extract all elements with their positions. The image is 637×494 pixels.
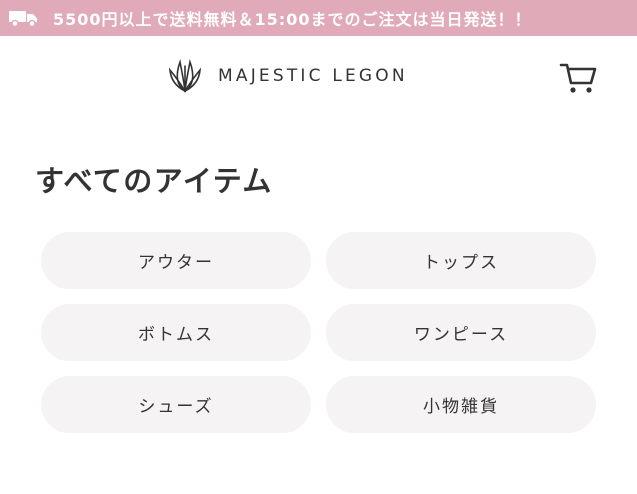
category-grid: アウター トップス ボトムス ワンピース シューズ 小物雑貨 (41, 232, 596, 433)
brand-leaf-logo-icon (167, 58, 203, 94)
page: 5500円以上で送料無料＆15:00までのご注文は当日発送！！ MAJESTIC… (0, 0, 637, 494)
page-title: すべてのアイテム (35, 164, 273, 198)
category-button-bottoms[interactable]: ボトムス (41, 304, 311, 361)
category-button-tops[interactable]: トップス (326, 232, 596, 289)
site-header: MAJESTIC LEGON (0, 36, 637, 120)
category-button-accessories[interactable]: 小物雑貨 (326, 376, 596, 433)
category-button-shoes[interactable]: シューズ (41, 376, 311, 433)
banner-text: 5500円以上で送料無料＆15:00までのご注文は当日発送！！ (53, 10, 532, 29)
cart-button[interactable] (558, 61, 598, 95)
cart-icon (558, 61, 598, 95)
category-button-dresses[interactable]: ワンピース (326, 304, 596, 361)
brand-logo[interactable]: MAJESTIC LEGON (167, 58, 408, 94)
truck-icon (9, 9, 39, 27)
announcement-banner[interactable]: 5500円以上で送料無料＆15:00までのご注文は当日発送！！ (0, 0, 637, 36)
category-button-outerwear[interactable]: アウター (41, 232, 311, 289)
brand-name: MAJESTIC LEGON (218, 66, 408, 86)
